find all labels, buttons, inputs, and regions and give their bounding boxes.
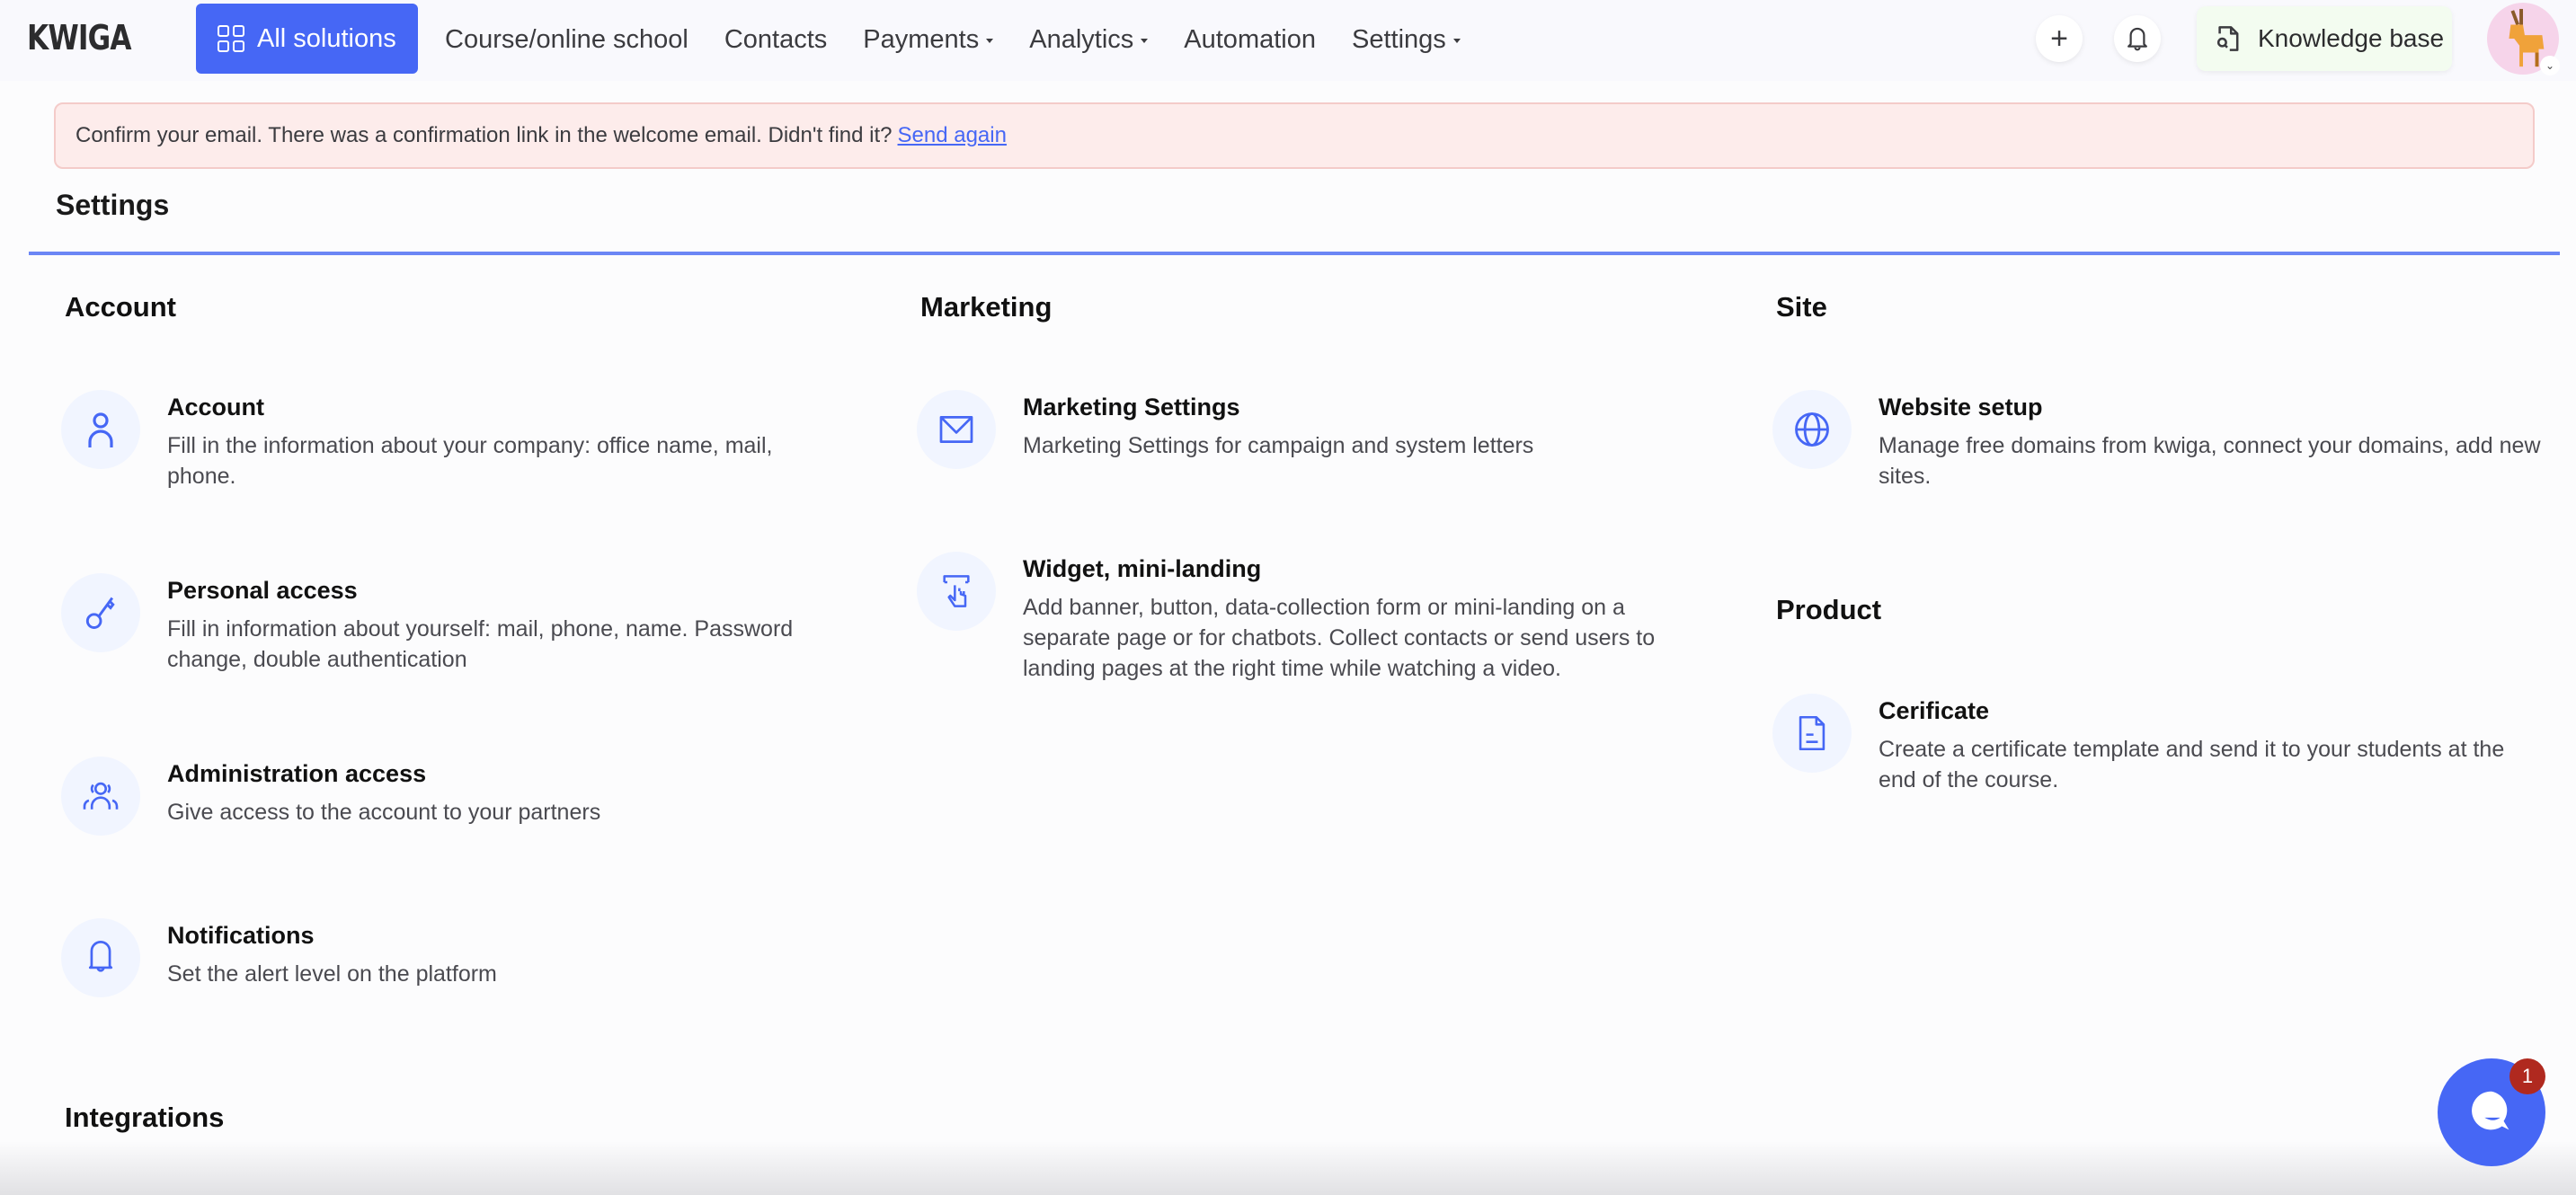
all-solutions-button[interactable]: All solutions	[196, 4, 418, 74]
chevron-down-icon[interactable]: ⌄	[2540, 56, 2560, 75]
item-description: Fill in the information about your compa…	[167, 433, 773, 489]
item-title: Personal access	[167, 577, 358, 604]
confirm-email-banner: Confirm your email. There was a confirma…	[54, 102, 2535, 169]
notifications-button[interactable]	[2114, 15, 2161, 62]
item-description: Manage free domains from kwiga, connect …	[1879, 433, 2541, 489]
item-description: Fill in information about yourself: mail…	[167, 616, 794, 672]
item-description: Add banner, button, data-collection form…	[1023, 595, 1656, 681]
settings-item-account[interactable]: Account Fill in the information about yo…	[61, 390, 832, 491]
icon-circle	[917, 552, 996, 631]
icon-circle	[917, 390, 996, 469]
section-heading-product: Product	[1776, 594, 1882, 625]
caret-down-icon	[1141, 38, 1149, 43]
users-icon	[83, 782, 119, 810]
item-description: Give access to the account to your partn…	[167, 800, 601, 825]
item-title: Widget, mini-landing	[1023, 555, 1262, 582]
banner-message: Confirm your email. There was a confirma…	[76, 123, 893, 147]
caret-down-icon	[986, 38, 994, 43]
nav-item-settings[interactable]: Settings	[1352, 25, 1461, 55]
plus-icon: +	[2050, 21, 2068, 56]
envelope-icon	[939, 416, 973, 443]
globe-icon	[1795, 412, 1829, 447]
all-solutions-label: All solutions	[257, 23, 396, 53]
nav-item-course-online-school[interactable]: Course/online school	[445, 25, 688, 55]
bell-icon	[2127, 27, 2147, 51]
send-again-link[interactable]: Send again	[898, 123, 1007, 148]
document-icon	[1799, 715, 1825, 751]
icon-circle	[61, 918, 140, 997]
top-navigation: KWIGA All solutions Course/online school…	[0, 0, 2576, 81]
knowledge-base-label: Knowledge base	[2258, 24, 2445, 52]
settings-item-notifications[interactable]: Notifications Set the alert level on the…	[61, 918, 832, 997]
section-heading-site: Site	[1776, 291, 1827, 323]
document-search-icon	[2216, 26, 2239, 51]
item-title: Notifications	[167, 922, 315, 949]
user-icon	[88, 412, 113, 447]
item-title: Account	[167, 394, 264, 420]
title-divider	[29, 252, 2560, 255]
bottom-shadow	[0, 1141, 2576, 1195]
icon-circle	[61, 573, 140, 652]
settings-item-administration-access[interactable]: Administration access Give access to the…	[61, 757, 832, 836]
item-description: Create a certificate template and send i…	[1879, 737, 2505, 792]
nav-item-label: Payments	[863, 24, 980, 54]
nav-item-analytics[interactable]: Analytics	[1029, 24, 1149, 55]
nav-item-automation[interactable]: Automation	[1184, 25, 1316, 55]
kwiga-logo[interactable]: KWIGA	[27, 18, 132, 58]
nav-item-label: Course/online school	[445, 24, 688, 54]
settings-item-personal-access[interactable]: Personal access Fill in information abou…	[61, 573, 832, 675]
icon-circle	[61, 757, 140, 836]
widget-pointer-icon	[943, 575, 970, 607]
page-title: Settings	[56, 189, 170, 221]
grid-icon	[218, 25, 244, 52]
settings-item-certificate[interactable]: Cerificate Create a certificate template…	[1772, 694, 2544, 795]
settings-item-website-setup[interactable]: Website setup Manage free domains from k…	[1772, 390, 2544, 491]
nav-item-label: Automation	[1184, 24, 1316, 54]
bell-icon	[88, 941, 113, 972]
nav-menu: Course/online school Contacts Payments A…	[445, 0, 1461, 79]
section-heading-account: Account	[65, 291, 176, 323]
item-title: Marketing Settings	[1023, 394, 1240, 420]
item-title: Website setup	[1879, 394, 2043, 420]
nav-item-label: Analytics	[1029, 24, 1134, 54]
icon-circle	[1772, 694, 1852, 773]
settings-item-widget-mini-landing[interactable]: Widget, mini-landing Add banner, button,…	[917, 552, 1688, 684]
item-title: Administration access	[167, 760, 427, 787]
item-description: Marketing Settings for campaign and syst…	[1023, 433, 1534, 458]
add-button[interactable]: +	[2036, 15, 2083, 62]
nav-item-contacts[interactable]: Contacts	[724, 25, 827, 55]
section-heading-integrations: Integrations	[65, 1102, 225, 1133]
caret-down-icon	[1452, 38, 1461, 43]
icon-circle	[61, 390, 140, 469]
chat-bubble-icon	[2472, 1091, 2509, 1130]
nav-item-label: Settings	[1351, 24, 1446, 54]
icon-circle	[1772, 390, 1852, 469]
section-heading-marketing: Marketing	[920, 291, 1053, 323]
settings-item-marketing-settings[interactable]: Marketing Settings Marketing Settings fo…	[917, 390, 1688, 469]
item-description: Set the alert level on the platform	[167, 961, 497, 987]
chat-unread-badge: 1	[2509, 1058, 2545, 1094]
nav-item-payments[interactable]: Payments	[863, 24, 994, 55]
key-icon	[85, 597, 115, 629]
knowledge-base-button[interactable]: Knowledge base	[2197, 6, 2452, 71]
item-title: Cerificate	[1879, 697, 1990, 724]
nav-item-label: Contacts	[724, 24, 828, 54]
